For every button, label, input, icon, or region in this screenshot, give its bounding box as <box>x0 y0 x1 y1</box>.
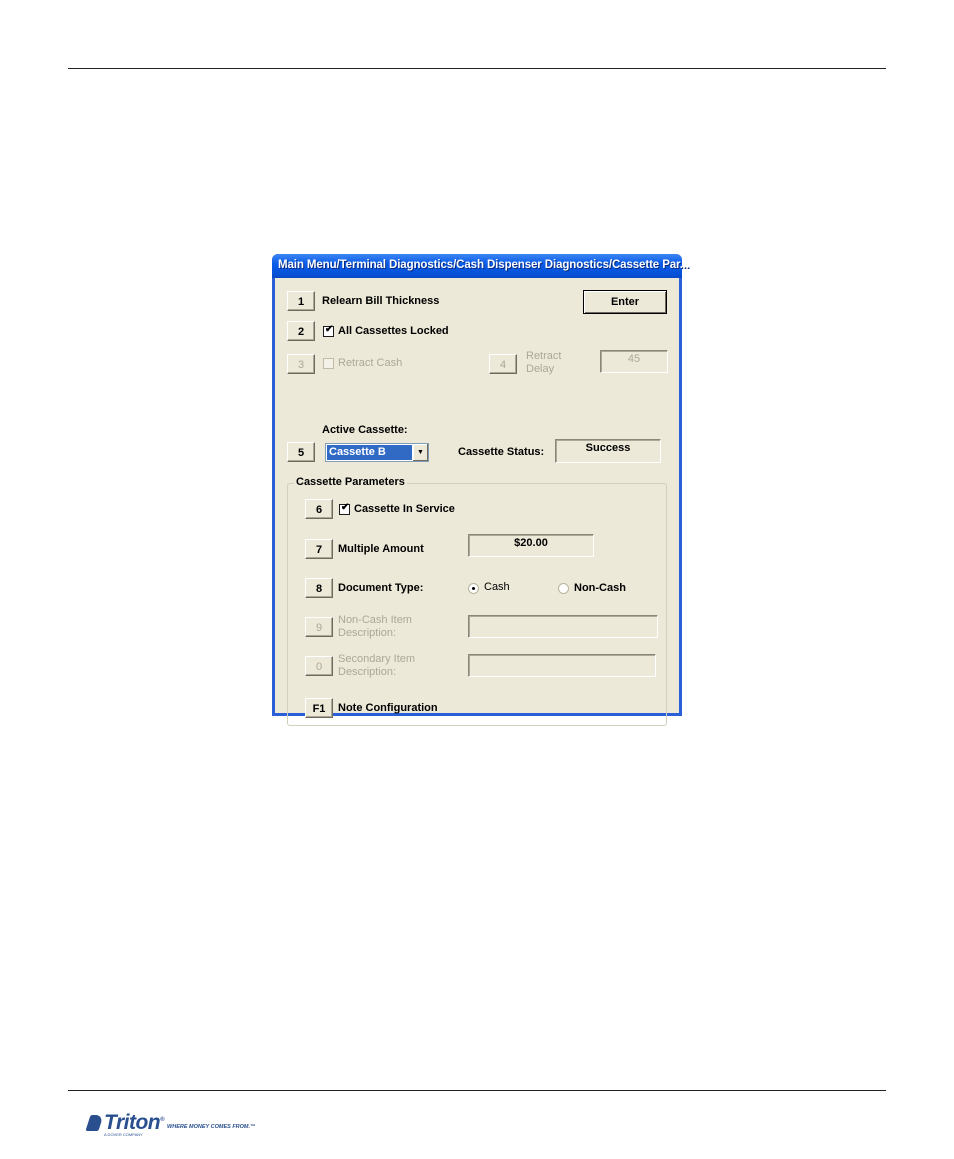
secondary-desc-label-line1: Secondary Item <box>338 653 416 665</box>
document-type-key-button[interactable]: 8 <box>305 578 333 598</box>
secondary-desc-label: Secondary Item Description: <box>338 653 415 679</box>
multiple-amount-label: Multiple Amount <box>338 543 424 555</box>
title-bar[interactable]: Main Menu/Terminal Diagnostics/Cash Disp… <box>272 254 689 278</box>
secondary-desc-label-line2: Description: <box>338 666 397 678</box>
non-cash-desc-key-button[interactable]: 9 <box>305 617 333 637</box>
radio-non-cash[interactable] <box>558 583 569 594</box>
multiple-amount-field[interactable]: $20.00 <box>468 534 594 557</box>
non-cash-desc-label-line1: Non-Cash Item <box>338 614 412 626</box>
radio-selected-dot <box>472 587 475 590</box>
checkmark-icon: ✔ <box>325 324 334 335</box>
logo-trademark: ® <box>160 1117 165 1123</box>
relearn-key-button[interactable]: 1 <box>287 291 315 311</box>
cassette-status-field: Success <box>555 439 661 463</box>
retract-delay-key-button[interactable]: 4 <box>489 354 517 374</box>
all-locked-key-button[interactable]: 2 <box>287 321 315 341</box>
note-config-label: Note Configuration <box>338 702 438 714</box>
non-cash-desc-label-line2: Description: <box>338 627 397 639</box>
note-config-key-button[interactable]: F1 <box>305 698 333 718</box>
radio-non-cash-label: Non-Cash <box>574 582 626 594</box>
cassette-parameters-legend: Cassette Parameters <box>294 476 407 488</box>
retract-delay-label: Retract Delay <box>526 350 561 376</box>
radio-cash-label: Cash <box>484 581 510 593</box>
active-cassette-label: Active Cassette: <box>322 424 408 436</box>
in-service-label: Cassette In Service <box>354 503 455 515</box>
sail-icon <box>85 1115 104 1131</box>
footer-rule <box>68 1090 886 1091</box>
header-rule <box>68 68 886 69</box>
dialog-client-area: 1 Relearn Bill Thickness Enter 2 ✔ All C… <box>275 278 679 726</box>
triton-logo-mark: Triton® <box>85 1110 165 1134</box>
in-service-key-button[interactable]: 6 <box>305 499 333 519</box>
all-locked-label: All Cassettes Locked <box>338 325 449 337</box>
checkmark-icon: ✔ <box>341 502 350 513</box>
non-cash-desc-label: Non-Cash Item Description: <box>338 614 412 640</box>
multiple-amount-key-button[interactable]: 7 <box>305 539 333 559</box>
triton-logo: Triton® WHERE MONEY COMES FROM.™ A DOVER… <box>85 1110 256 1137</box>
cassette-status-label: Cassette Status: <box>458 446 545 458</box>
secondary-desc-key-button[interactable]: 0 <box>305 656 333 676</box>
retract-cash-checkbox[interactable] <box>323 358 334 369</box>
dialog-window: Main Menu/Terminal Diagnostics/Cash Disp… <box>272 254 689 726</box>
logo-text: Triton <box>104 1111 161 1134</box>
all-locked-checkbox[interactable]: ✔ <box>323 324 334 337</box>
document-type-label: Document Type: <box>338 582 424 594</box>
retract-delay-label-line2: Delay <box>526 363 555 375</box>
window-title: Main Menu/Terminal Diagnostics/Cash Disp… <box>278 259 690 271</box>
retract-delay-field[interactable]: 45 <box>600 350 668 373</box>
logo-subtext: A DOVER COMPANY <box>104 1132 143 1137</box>
radio-cash[interactable] <box>468 583 479 594</box>
active-cassette-dropdown[interactable]: Cassette B ▼ <box>325 443 429 462</box>
active-cassette-key-button[interactable]: 5 <box>287 442 315 462</box>
retract-delay-label-line1: Retract <box>526 350 562 362</box>
cassette-parameters-group: Cassette Parameters 6 ✔ Cassette In Serv… <box>287 476 667 726</box>
relearn-label: Relearn Bill Thickness <box>322 295 440 307</box>
secondary-desc-field[interactable] <box>468 654 656 677</box>
retract-cash-label: Retract Cash <box>338 357 403 369</box>
retract-cash-key-button[interactable]: 3 <box>287 354 315 374</box>
in-service-checkbox[interactable]: ✔ <box>339 502 350 515</box>
non-cash-desc-field[interactable] <box>468 615 658 638</box>
enter-button[interactable]: Enter <box>583 290 667 314</box>
logo-tagline: WHERE MONEY COMES FROM.™ <box>167 1124 256 1130</box>
active-cassette-selected: Cassette B <box>327 445 413 460</box>
chevron-down-icon[interactable]: ▼ <box>412 444 428 461</box>
